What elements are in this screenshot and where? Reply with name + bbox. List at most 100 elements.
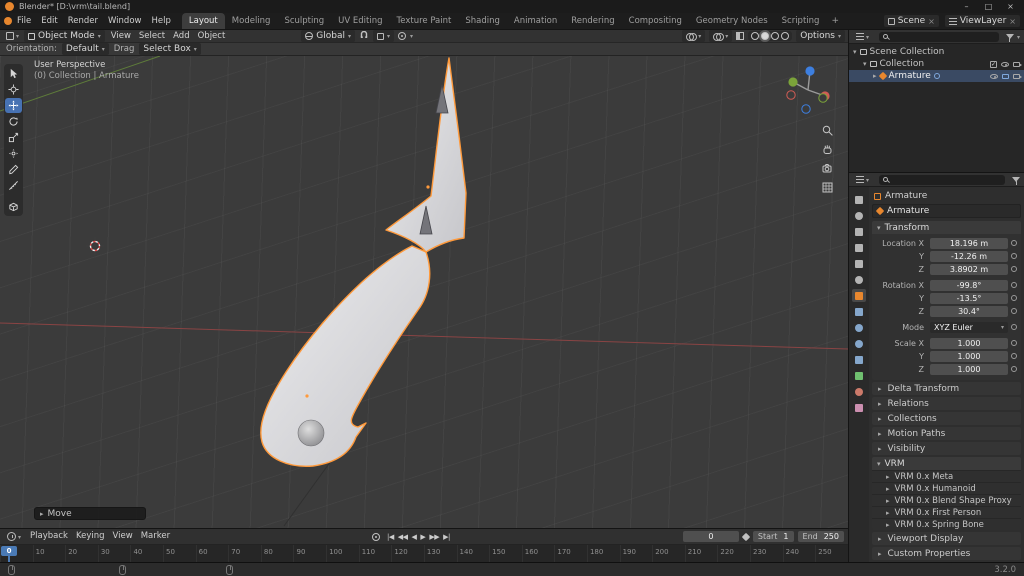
tool-orientation-dropdown[interactable]: Default (61, 43, 109, 55)
properties-tab-data[interactable] (852, 369, 866, 382)
properties-tab-material[interactable] (852, 385, 866, 398)
properties-tab-particles[interactable] (852, 321, 866, 334)
expander-icon[interactable] (853, 47, 857, 57)
camera-icon[interactable] (1013, 61, 1022, 67)
workspace-tab-rendering[interactable]: Rendering (564, 13, 621, 29)
transport-next-keyframe[interactable]: ▶▶ (429, 533, 439, 541)
panel-vrm-0.x-spring-bone[interactable]: VRM 0.x Spring Bone (872, 518, 1021, 530)
properties-search-field[interactable] (879, 174, 1005, 185)
animate-decorator[interactable] (1008, 324, 1019, 330)
properties-tab-texture[interactable] (852, 401, 866, 414)
timeline-playhead[interactable]: 0 (1, 545, 17, 562)
show-gizmo-dropdown[interactable] (682, 30, 706, 42)
outliner-search-field[interactable] (879, 31, 999, 42)
outliner-row-scene-collection[interactable]: Scene Collection (849, 46, 1024, 58)
panel-motion-paths[interactable]: Motion Paths (872, 427, 1021, 440)
viewlayer-selector[interactable]: ViewLayer × (944, 15, 1020, 27)
location-y-field[interactable]: -12.26 m (930, 250, 1008, 262)
transport-jump-to-end[interactable]: ▶| (443, 533, 450, 541)
transport-play[interactable]: ▶ (420, 533, 425, 541)
rotation-y-field[interactable]: -13.5° (930, 292, 1008, 304)
expander-icon[interactable] (873, 71, 877, 81)
outliner-row-collection[interactable]: Collection (849, 58, 1024, 70)
tool-move[interactable] (5, 98, 22, 113)
tool-rotate[interactable] (5, 114, 22, 129)
transport-jump-to-start[interactable]: |◀ (387, 533, 394, 541)
shading-rendered-button[interactable] (781, 32, 790, 40)
expander-icon[interactable] (863, 59, 867, 69)
orientation-dropdown[interactable]: Global (301, 30, 356, 42)
timeline-ruler[interactable]: 0 102030405060708090100110120130140150160… (0, 545, 848, 562)
scene-unlink-icon[interactable]: × (928, 17, 935, 26)
mode-dropdown[interactable]: Object Mode (24, 30, 105, 42)
location-x-field[interactable]: 18.196 m (930, 237, 1008, 249)
workspace-tab-sculpting[interactable]: Sculpting (277, 13, 331, 29)
panel-vrm-0.x-meta[interactable]: VRM 0.x Meta (872, 470, 1021, 482)
scale-y-field[interactable]: 1.000 (930, 350, 1008, 362)
tool-transform[interactable] (5, 146, 22, 161)
properties-tab-physics[interactable] (852, 337, 866, 350)
properties-tab-object[interactable] (852, 289, 866, 302)
perspective-toggle-icon[interactable] (821, 181, 834, 194)
animate-decorator[interactable] (1008, 353, 1019, 359)
camera-view-icon[interactable] (821, 162, 834, 175)
current-frame-field[interactable]: 0 (682, 531, 739, 542)
add-workspace-button[interactable]: + (826, 13, 844, 29)
workspace-tab-compositing[interactable]: Compositing (622, 13, 689, 29)
workspace-tab-uv-editing[interactable]: UV Editing (331, 13, 389, 29)
start-frame-field[interactable]: Start 1 (752, 531, 794, 542)
scale-x-field[interactable]: 1.000 (930, 337, 1008, 349)
shading-material-button[interactable] (771, 32, 780, 40)
transport-prev-keyframe[interactable]: ◀◀ (398, 533, 408, 541)
viewport-menu-object[interactable]: Object (194, 28, 230, 45)
object-name-field[interactable]: Armature (872, 204, 1021, 218)
panel-transform-header[interactable]: Transform (872, 221, 1021, 234)
animate-decorator[interactable] (1008, 253, 1019, 259)
animate-decorator[interactable] (1008, 240, 1019, 246)
menu-render[interactable]: Render (63, 13, 103, 30)
panel-vrm-0.x-humanoid[interactable]: VRM 0.x Humanoid (872, 482, 1021, 494)
panel-relations[interactable]: Relations (872, 397, 1021, 410)
properties-tab-output[interactable] (852, 225, 866, 238)
rotation-mode-dropdown[interactable]: XYZ Euler (930, 321, 1008, 333)
location-z-field[interactable]: 3.8902 m (930, 263, 1008, 275)
animate-decorator[interactable] (1008, 340, 1019, 346)
end-frame-field[interactable]: End 250 (797, 531, 844, 542)
properties-tab-modifiers[interactable] (852, 305, 866, 318)
pan-hand-icon[interactable] (821, 143, 834, 156)
animate-decorator[interactable] (1008, 366, 1019, 372)
snap-target-dropdown[interactable] (373, 30, 395, 42)
timeline-menu-playback[interactable]: Playback (26, 528, 72, 545)
panel-custom-properties[interactable]: Custom Properties (872, 547, 1021, 560)
timeline-menu-keying[interactable]: Keying (72, 528, 109, 545)
viewport-menu-add[interactable]: Add (169, 28, 193, 45)
overlays-dropdown[interactable] (709, 30, 733, 42)
scale-z-field[interactable]: 1.000 (930, 363, 1008, 375)
navigation-gizmo[interactable] (780, 62, 836, 118)
viewport-menu-view[interactable]: View (107, 28, 135, 45)
editor-type-button[interactable] (3, 31, 22, 41)
zoom-icon[interactable] (821, 124, 834, 137)
workspace-tab-animation[interactable]: Animation (507, 13, 564, 29)
scene-selector[interactable]: Scene × (883, 15, 939, 27)
properties-tab-tool[interactable] (852, 193, 866, 206)
workspace-tab-modeling[interactable]: Modeling (225, 13, 278, 29)
rotation-z-field[interactable]: 30.4° (930, 305, 1008, 317)
workspace-tab-texture-paint[interactable]: Texture Paint (390, 13, 459, 29)
panel-delta-transform[interactable]: Delta Transform (872, 382, 1021, 395)
tool-add-cube[interactable] (5, 199, 22, 214)
render-visibility-icon[interactable] (1013, 73, 1022, 79)
shading-solid-button[interactable] (761, 32, 770, 40)
app-menu-icon[interactable] (4, 17, 12, 25)
filter-icon[interactable] (1005, 34, 1014, 42)
snap-magnet-toggle[interactable] (359, 31, 369, 41)
panel-visibility[interactable]: Visibility (872, 442, 1021, 455)
close-button[interactable]: × (1002, 0, 1019, 13)
timeline-editor-button[interactable] (4, 532, 24, 542)
outliner-editor-button[interactable] (853, 32, 872, 42)
shading-wireframe-button[interactable] (751, 32, 760, 40)
outliner-row-armature[interactable]: Armature (849, 70, 1024, 82)
proportional-dropdown[interactable] (410, 31, 413, 41)
properties-tab-view-layer[interactable] (852, 241, 866, 254)
viewlayer-unlink-icon[interactable]: × (1009, 17, 1016, 26)
